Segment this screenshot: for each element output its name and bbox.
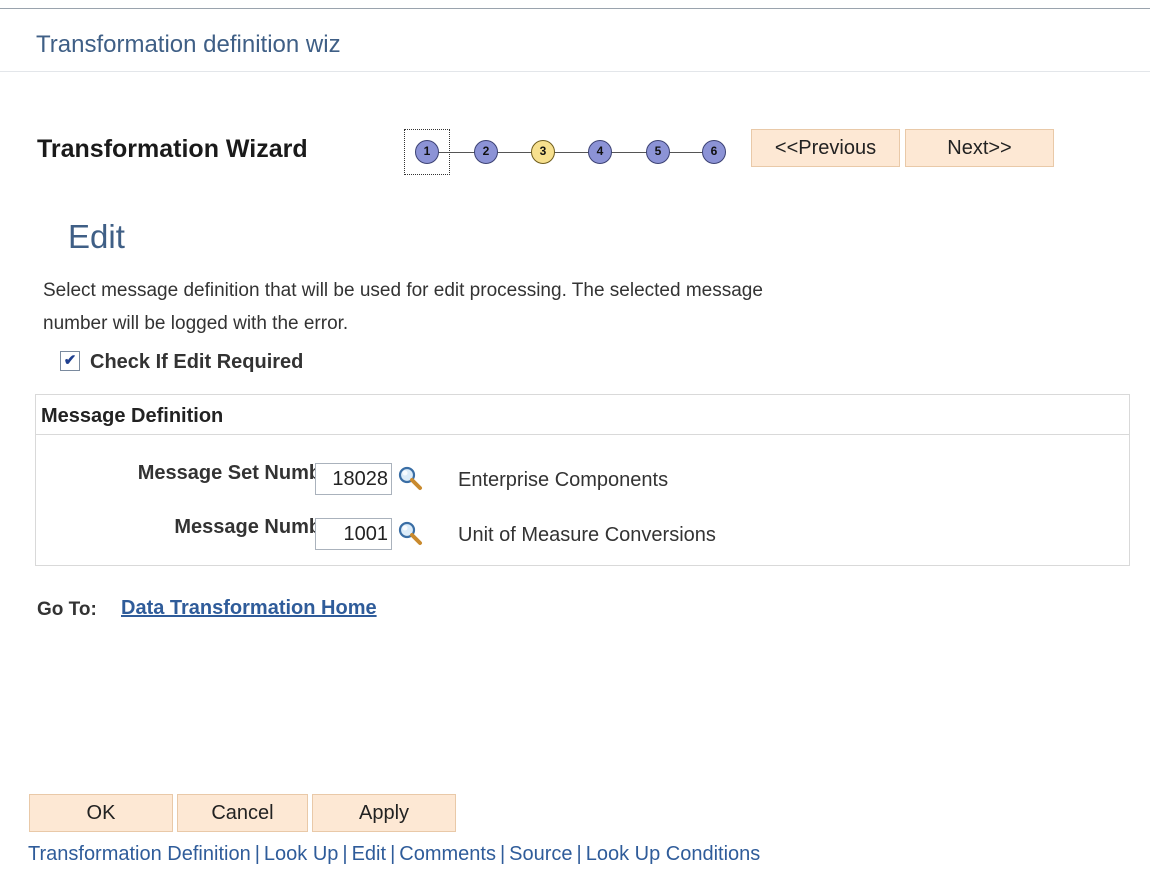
footer-link-look-up-conditions[interactable]: Look Up Conditions — [586, 843, 761, 865]
message-definition-header: Message Definition — [36, 395, 1129, 435]
goto-label: Go To: — [37, 599, 97, 620]
window-title: Transformation definition wiz — [36, 31, 341, 58]
separator: | — [342, 843, 348, 865]
wizard-steps: 1 2 3 4 5 6 — [404, 129, 744, 175]
step-6[interactable]: 6 — [702, 140, 726, 164]
edit-required-checkbox[interactable]: ✔ — [60, 351, 80, 371]
data-transformation-home-link[interactable]: Data Transformation Home — [121, 597, 377, 620]
step-3[interactable]: 3 — [531, 140, 555, 164]
edit-required-label: Check If Edit Required — [90, 351, 304, 373]
next-button[interactable]: Next>> — [905, 129, 1054, 167]
separator: | — [499, 843, 506, 865]
message-set-number-input[interactable]: 18028 — [315, 463, 392, 495]
message-number-input[interactable]: 1001 — [315, 518, 392, 550]
magnifier-icon[interactable] — [397, 520, 423, 546]
wizard-label: Transformation Wizard — [37, 135, 308, 163]
magnifier-icon[interactable] — [397, 465, 423, 491]
section-title: Edit — [68, 218, 125, 255]
separator: | — [254, 843, 260, 865]
message-set-number-label: Message Set Number — [137, 462, 340, 484]
step-connector — [428, 152, 720, 153]
message-definition-title: Message Definition — [41, 405, 224, 427]
separator: | — [576, 843, 582, 865]
previous-button[interactable]: <<Previous — [751, 129, 900, 167]
footer-link-edit[interactable]: Edit — [352, 843, 386, 865]
step-4[interactable]: 4 — [588, 140, 612, 164]
step-1[interactable]: 1 — [415, 140, 439, 164]
checkmark-icon: ✔ — [63, 352, 77, 369]
footer-link-transformation-definition[interactable]: Transformation Definition — [28, 843, 251, 865]
footer-link-source[interactable]: Source — [509, 843, 572, 865]
ok-button[interactable]: OK — [29, 794, 173, 832]
message-number-desc: Unit of Measure Conversions — [458, 524, 716, 546]
apply-button[interactable]: Apply — [312, 794, 456, 832]
cancel-button[interactable]: Cancel — [177, 794, 308, 832]
step-2[interactable]: 2 — [474, 140, 498, 164]
footer-link-look-up[interactable]: Look Up — [264, 843, 339, 865]
footer-link-comments[interactable]: Comments — [399, 843, 496, 865]
separator: | — [390, 843, 396, 865]
section-description: Select message definition that will be u… — [43, 280, 763, 334]
message-set-desc: Enterprise Components — [458, 469, 669, 491]
title-bar: Transformation definition wiz — [0, 9, 1150, 72]
message-definition-group: Message Definition Message Set Number 18… — [35, 394, 1130, 566]
footer-links: Transformation Definition | Look Up | Edit | C… — [28, 843, 760, 866]
step-5[interactable]: 5 — [646, 140, 670, 164]
